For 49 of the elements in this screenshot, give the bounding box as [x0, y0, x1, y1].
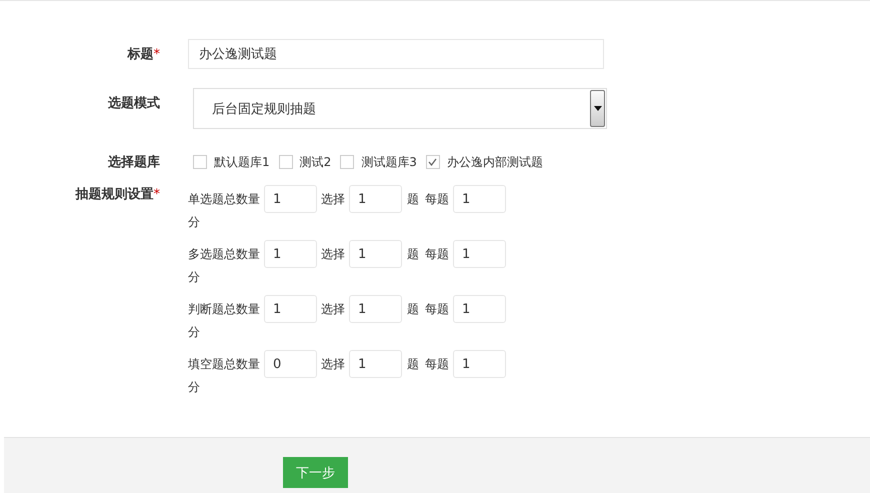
count-field[interactable]: 1 — [264, 185, 317, 213]
required-mark: * — [154, 187, 160, 202]
count-field[interactable]: 1 — [264, 240, 317, 268]
score-label: 每题 — [425, 356, 449, 372]
score-label: 每题 — [425, 246, 449, 262]
select-field[interactable]: 1 — [349, 350, 402, 378]
checkbox[interactable] — [340, 155, 354, 169]
required-mark: * — [154, 47, 160, 62]
select-label: 选择 — [321, 246, 345, 262]
unit-label: 题 — [407, 356, 419, 372]
count-field[interactable]: 0 — [264, 350, 317, 378]
score-unit: 分 — [188, 214, 201, 231]
score-field[interactable]: 1 — [453, 240, 506, 268]
field-label: 标题 — [128, 47, 154, 62]
select-field[interactable]: 1 — [349, 185, 402, 213]
rule-label: 多选题总数量 — [188, 246, 260, 262]
select-field[interactable]: 1 — [349, 295, 402, 323]
unit-label: 题 — [407, 246, 419, 262]
checkbox[interactable] — [278, 155, 293, 169]
select-label: 选择 — [321, 356, 345, 372]
score-field[interactable]: 1 — [453, 185, 506, 213]
mode-select[interactable]: 后台固定规则抽题 — [193, 88, 607, 129]
checkbox[interactable] — [193, 155, 207, 169]
checkbox-label[interactable]: 测试题库3 — [361, 154, 417, 170]
rule-label: 判断题总数量 — [188, 300, 260, 318]
checkbox-label[interactable]: 默认题库1 — [214, 154, 270, 170]
unit-label: 题 — [407, 190, 419, 208]
field-label: 选择题库 — [108, 155, 160, 170]
score-unit: 分 — [188, 269, 201, 286]
title-field[interactable]: 办公逸测试题 — [188, 39, 604, 69]
select-field[interactable]: 1 — [349, 240, 402, 268]
score-unit: 分 — [188, 379, 201, 396]
field-label: 抽题规则设置 — [76, 187, 154, 202]
checkbox-label[interactable]: 办公逸内部测试题 — [446, 154, 543, 170]
score-unit: 分 — [188, 324, 201, 341]
check-icon — [428, 158, 438, 166]
score-field[interactable]: 1 — [453, 350, 506, 378]
count-field[interactable]: 1 — [264, 295, 317, 323]
select-label: 选择 — [321, 190, 345, 208]
rule-label: 填空题总数量 — [188, 356, 260, 372]
rule-label: 单选题总数量 — [188, 190, 260, 208]
score-field[interactable]: 1 — [453, 295, 506, 323]
score-label: 每题 — [425, 190, 449, 208]
checkbox[interactable] — [426, 155, 440, 169]
checkbox-label[interactable]: 测试2 — [300, 154, 332, 170]
unit-label: 题 — [407, 300, 419, 318]
score-label: 每题 — [425, 300, 449, 318]
select-label: 选择 — [321, 300, 345, 318]
field-label: 选题模式 — [108, 96, 160, 111]
